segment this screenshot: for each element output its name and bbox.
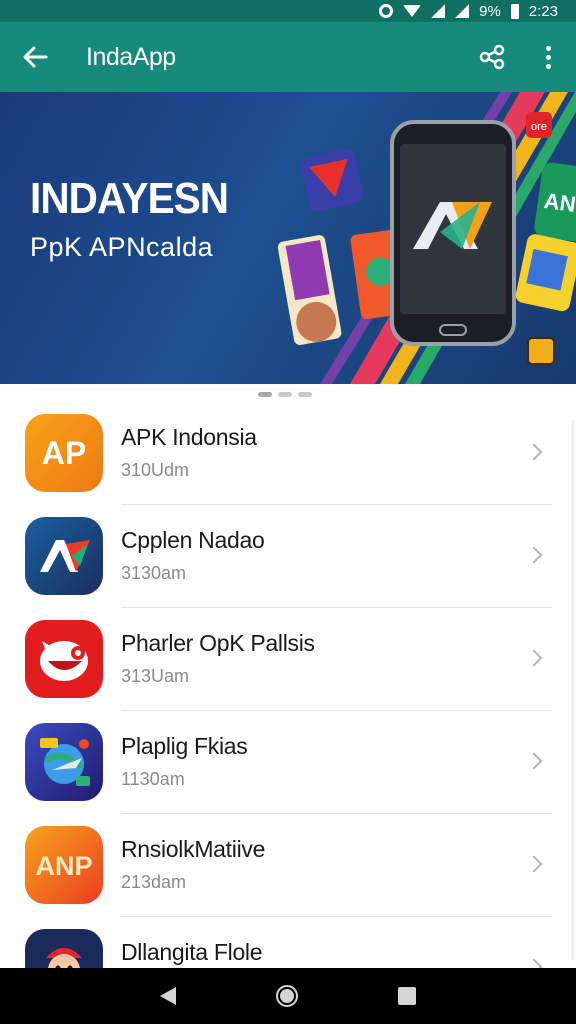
app-meta: 3130am [121,563,187,583]
battery-icon [510,3,519,19]
list-item[interactable]: Cpplen Nadao 3130am [0,505,576,608]
share-button[interactable] [464,22,520,92]
chevron-right-icon [525,752,543,770]
tile-red-icon [300,148,364,212]
ap-logo-icon: AP [25,414,103,492]
list-item[interactable]: AP APK Indonsia 310Udm [0,402,576,505]
signal-icon-2 [455,4,470,18]
app-meta: 213dam [121,872,187,892]
app-bar: IndaApp [0,22,576,92]
app-meta: 310Udm [121,460,190,480]
pager-dot[interactable] [298,392,312,397]
app-name: RnsiolkMatiive [121,836,266,862]
arrow-left-icon [23,46,48,68]
scrollbar[interactable] [571,420,574,960]
more-options-button[interactable] [520,22,576,92]
app-name: Cpplen Nadao [121,527,265,553]
nav-recents-icon[interactable] [398,987,416,1005]
svg-text:ore: ore [531,121,547,133]
app-name: Pharler OpK Pallsis [121,630,315,656]
banner-pager[interactable] [258,392,312,397]
more-vert-icon [545,45,551,69]
battery-percent: 9% [479,2,501,20]
chevron-right-icon [525,443,543,461]
promo-banner[interactable]: ore AN INDAYESN PpK APNcalda [0,92,576,384]
app-name: APK Indonsia [121,424,257,450]
status-bar: 9% 2:23 [0,0,576,22]
chevron-right-icon [525,649,543,667]
page-title: IndaApp [86,42,176,71]
signal-icon [431,4,446,18]
character-icon [25,929,103,968]
app-list: AP APK Indonsia 310Udm Cpplen Nadao 3130… [0,402,576,968]
back-button[interactable] [0,22,70,92]
av-logo-icon [25,517,103,595]
pager-dot[interactable] [258,392,272,397]
banner-title: INDAYESN [30,174,229,223]
anp-logo-icon: ANP [25,826,103,904]
share-icon [479,44,505,70]
app-name: Plaplig Fkias [121,733,248,759]
chevron-right-icon [525,855,543,873]
app-meta: 313Uam [121,666,190,686]
svg-text:AP: AP [42,435,86,471]
list-item[interactable]: Dllangita Flole [0,917,576,968]
chevron-right-icon [525,958,543,968]
wifi-icon [403,5,422,17]
banner-subtitle: PpK APNcalda [30,232,214,262]
location-icon [379,4,394,18]
system-nav-bar [0,968,576,1024]
svg-text:ANP: ANP [35,851,92,881]
nav-home-icon[interactable] [276,985,298,1007]
app-meta: 1130am [121,769,185,789]
list-item[interactable]: ANP RnsiolkMatiive 213dam [0,814,576,917]
svg-text:AN: AN [542,188,576,217]
app-name: Dllangita Flole [121,939,263,965]
pager-dot[interactable] [278,392,292,397]
nav-back-icon[interactable] [160,987,176,1005]
list-item[interactable]: Plaplig Fkias 1130am [0,711,576,814]
chevron-right-icon [525,546,543,564]
rocket-globe-icon [25,723,103,801]
clock: 2:23 [528,2,558,20]
red-mascot-icon [25,620,103,698]
list-item[interactable]: Pharler OpK Pallsis 313Uam [0,608,576,711]
